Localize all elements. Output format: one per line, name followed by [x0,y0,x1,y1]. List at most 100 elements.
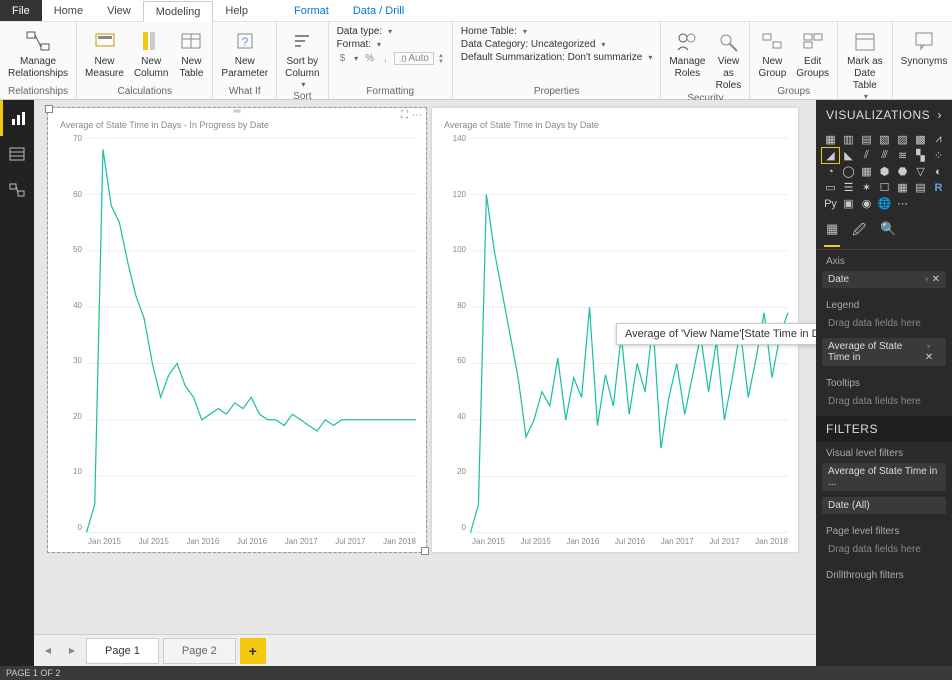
home-table-dropdown[interactable]: Home Table:▾ [461,26,652,37]
viz-map-icon[interactable]: ⬢ [876,164,893,179]
data-category-dropdown[interactable]: Data Category: Uncategorized▾ [461,39,652,50]
model-view-button[interactable] [0,172,34,208]
page-tab-1[interactable]: Page 1 [86,638,159,664]
visualizations-pane-header[interactable]: VISUALIZATIONS › [816,100,952,130]
tooltips-well-placeholder[interactable]: Drag data fields here [822,393,946,410]
viz-ribbon-icon[interactable]: ≋ [894,148,911,163]
axis-label: Axis [816,250,952,271]
axis-well-date[interactable]: Date▾ ✕ [822,271,946,288]
manage-roles-button[interactable]: Manage Roles [665,24,709,80]
viz-card-icon[interactable]: ▭ [822,180,839,195]
currency-button[interactable]: $ [337,53,349,64]
viz-filled-map-icon[interactable]: ⬣ [894,164,911,179]
sort-icon [289,28,315,54]
fields-tab-analytics[interactable]: 🔍 [880,221,896,243]
page-next-button[interactable]: ▶ [62,641,82,661]
viz-scatter-icon[interactable]: ⁘ [930,148,947,163]
report-view-button[interactable] [0,100,34,136]
viz-combo2-icon[interactable]: ⫻ [876,148,893,163]
new-parameter-button[interactable]: ?New Parameter [217,24,272,80]
visual-menu-icon[interactable]: ⋯ [412,110,422,121]
new-column-button[interactable]: New Column [130,24,172,80]
comma-button[interactable]: , [381,53,390,64]
viz-area-icon[interactable]: ◢ [822,148,839,163]
viz-100-column-icon[interactable]: ▩ [912,132,929,147]
data-type-dropdown[interactable]: Data type:▾ [337,26,444,37]
tab-view[interactable]: View [95,0,143,21]
viz-custom-icon[interactable]: ⋯ [894,196,911,211]
viz-clustered-bar-icon[interactable]: ▤ [858,132,875,147]
viz-100-bar-icon[interactable]: ▨ [894,132,911,147]
viz-waterfall-icon[interactable]: ▚ [912,148,929,163]
viz-arcgis-icon[interactable]: ◉ [858,196,875,211]
viz-r-icon[interactable]: R [930,180,947,195]
status-bar: PAGE 1 OF 2 [0,666,952,680]
page-tab-2[interactable]: Page 2 [163,638,236,664]
viz-slicer-icon[interactable]: ☐ [876,180,893,195]
tab-home[interactable]: Home [42,0,95,21]
viz-table-icon[interactable]: ▦ [894,180,911,195]
legend-label: Legend [816,294,952,315]
page-filters-placeholder[interactable]: Drag data fields here [822,541,946,558]
new-measure-button[interactable]: New Measure [81,24,128,80]
viz-combo-icon[interactable]: ⫽ [858,148,875,163]
viz-stacked-area-icon[interactable]: ◣ [840,148,857,163]
viz-pie-icon[interactable]: ◔ [822,164,839,179]
viz-kpi-icon[interactable]: ✶ [858,180,875,195]
mark-date-table-button[interactable]: Mark as Date Table▾ [842,24,888,102]
filters-pane-header[interactable]: FILTERS [816,416,952,442]
filter-date[interactable]: Date (All) [822,497,946,514]
drill-filters-label: Drillthrough filters [816,564,952,585]
tab-file[interactable]: File [0,0,42,21]
viz-matrix-icon[interactable]: ▤ [912,180,929,195]
viz-stacked-column-icon[interactable]: ▥ [840,132,857,147]
viz-stacked-bar-icon[interactable]: ▦ [822,132,839,147]
add-page-button[interactable]: + [240,638,266,664]
filter-avg[interactable]: Average of State Time in ... [822,463,946,491]
viz-multirow-icon[interactable]: ☰ [840,180,857,195]
legend-well-placeholder[interactable]: Drag data fields here [822,315,946,332]
format-dropdown[interactable]: Format:▾ [337,39,444,50]
focus-mode-icon[interactable]: ⛶ [401,110,408,121]
viz-funnel-icon[interactable]: ▽ [912,164,929,179]
column-icon [138,28,164,54]
tab-modeling[interactable]: Modeling [143,1,214,22]
tab-help[interactable]: Help [213,0,260,21]
visual-filters-label: Visual level filters [816,442,952,463]
page-prev-button[interactable]: ◀ [38,641,58,661]
sort-by-column-button[interactable]: Sort by Column▾ [281,24,323,90]
viz-globe-icon[interactable]: 🌐 [876,196,893,211]
visual-line-chart-1[interactable]: ═ ⛶ ⋯ Average of State Time in Days - In… [48,108,426,552]
values-well-avg[interactable]: Average of State Time in▾ ✕ [822,338,946,366]
tab-format[interactable]: Format [282,0,341,21]
newgroup-icon [759,28,785,54]
percent-button[interactable]: % [362,53,377,64]
group-whatif-label: What If [217,85,272,99]
fields-tab-fields[interactable]: ▦ [826,221,838,243]
viz-line-icon[interactable]: ⩘ [930,132,947,147]
viewas-icon [715,28,741,54]
remove-axis-icon[interactable]: ✕ [932,274,940,285]
svg-text:?: ? [241,35,248,49]
table-icon [178,28,204,54]
tab-datadrill[interactable]: Data / Drill [341,0,416,21]
default-summarization-dropdown[interactable]: Default Summarization: Don't summarize▾ [461,52,652,63]
manage-relationships-button[interactable]: Manage Relationships [4,24,72,80]
visualization-type-gallery[interactable]: ▦▥▤▧▨▩⩘ ◢◣⫽⫻≋▚⁘ ◔◯▦⬢⬣▽◐ ▭☰✶☐▦▤R Py▣◉🌐⋯ [816,130,952,217]
fields-tab-format[interactable]: 🖉 [852,221,866,243]
data-view-button[interactable] [0,136,34,172]
view-as-roles-button[interactable]: View as Roles [711,24,745,92]
new-table-button[interactable]: New Table [174,24,208,80]
viz-shape-map-icon[interactable]: ▣ [840,196,857,211]
decimal-auto[interactable]: .0Auto [394,52,434,65]
viz-donut-icon[interactable]: ◯ [840,164,857,179]
synonyms-button[interactable]: Synonyms [897,24,952,68]
page-filters-label: Page level filters [816,520,952,541]
remove-values-icon[interactable]: ✕ [925,352,933,363]
viz-python-icon[interactable]: Py [822,196,839,211]
edit-groups-button[interactable]: Edit Groups [792,24,833,80]
viz-treemap-icon[interactable]: ▦ [858,164,875,179]
viz-clustered-column-icon[interactable]: ▧ [876,132,893,147]
viz-gauge-icon[interactable]: ◐ [930,164,947,179]
new-group-button[interactable]: New Group [754,24,790,80]
